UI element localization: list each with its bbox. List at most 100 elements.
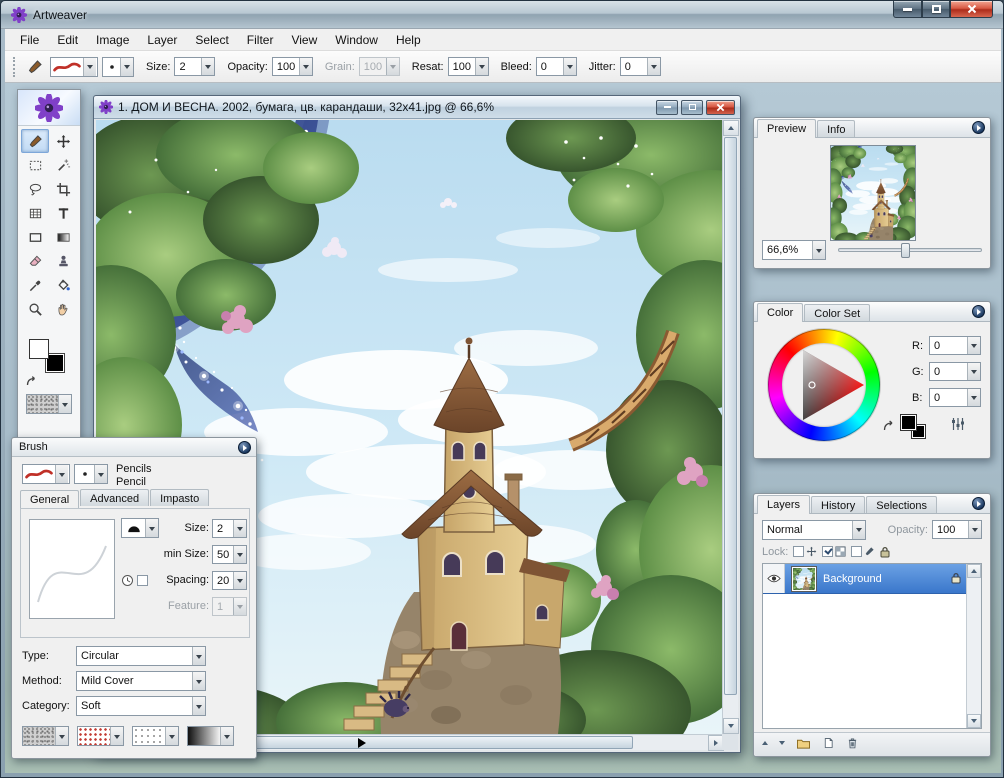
- spinner-arrow[interactable]: [299, 58, 312, 75]
- tool-grid[interactable]: [21, 201, 49, 225]
- type-dropdown[interactable]: Circular: [76, 646, 206, 666]
- tool-eraser[interactable]: [21, 249, 49, 273]
- tool-fill[interactable]: [49, 273, 77, 297]
- close-button[interactable]: [950, 1, 993, 18]
- dropdown-arrow[interactable]: [220, 727, 233, 745]
- tab-impasto[interactable]: Impasto: [150, 489, 209, 506]
- dropdown-arrow[interactable]: [58, 395, 71, 413]
- saturation-triangle[interactable]: [782, 343, 866, 427]
- brush-tip-combo[interactable]: [102, 57, 134, 77]
- spinner-arrow[interactable]: [233, 520, 246, 537]
- min-size-spinner[interactable]: 50: [212, 545, 247, 564]
- layer-opacity-spinner[interactable]: 100: [932, 520, 982, 539]
- swap-colors-icon[interactable]: [882, 418, 896, 435]
- brush-dab-combo[interactable]: [74, 464, 108, 484]
- red-spinner[interactable]: 0: [929, 336, 981, 355]
- menu-file[interactable]: File: [11, 30, 48, 50]
- spacing-checkbox[interactable]: [137, 575, 148, 586]
- dropdown-arrow[interactable]: [192, 647, 205, 665]
- panel-menu-button[interactable]: [972, 497, 985, 510]
- tool-zoom[interactable]: [21, 297, 49, 321]
- document-close-button[interactable]: [706, 100, 735, 115]
- titlebar[interactable]: Artweaver: [1, 1, 1003, 29]
- layers-scrollbar[interactable]: [966, 564, 981, 728]
- toolbar-grip[interactable]: [13, 57, 18, 77]
- tab-layers[interactable]: Layers: [757, 495, 810, 514]
- panel-menu-button[interactable]: [238, 441, 251, 454]
- minimize-button[interactable]: [893, 1, 922, 18]
- menu-window[interactable]: Window: [326, 30, 387, 50]
- dropdown-arrow[interactable]: [852, 521, 865, 539]
- maximize-button[interactable]: [922, 1, 950, 18]
- brush-preset-combo[interactable]: [50, 57, 98, 77]
- tool-marquee[interactable]: [21, 153, 49, 177]
- texture-gradient-combo[interactable]: [187, 726, 234, 746]
- lock-position-checkbox[interactable]: [793, 546, 804, 557]
- spinner-arrow[interactable]: [475, 58, 488, 75]
- green-spinner[interactable]: 0: [929, 362, 981, 381]
- dropdown-arrow[interactable]: [165, 727, 178, 745]
- panel-menu-button[interactable]: [972, 121, 985, 134]
- tool-hand[interactable]: [49, 297, 77, 321]
- dropdown-arrow[interactable]: [192, 672, 205, 690]
- tab-selections[interactable]: Selections: [866, 496, 937, 513]
- document-maximize-button[interactable]: [681, 100, 703, 115]
- bleed-spinner[interactable]: 0: [536, 57, 577, 76]
- scroll-up-button[interactable]: [967, 564, 981, 578]
- tool-shape[interactable]: [21, 225, 49, 249]
- menu-filter[interactable]: Filter: [238, 30, 283, 50]
- tool-gradient[interactable]: [49, 225, 77, 249]
- zoom-slider-thumb[interactable]: [901, 243, 910, 258]
- zoom-slider[interactable]: [838, 248, 982, 252]
- zoom-combo[interactable]: 66,6%: [762, 240, 826, 260]
- new-layer-button[interactable]: [822, 736, 835, 753]
- brush-palette-header[interactable]: Brush: [12, 438, 256, 457]
- blend-mode-dropdown[interactable]: Normal: [762, 520, 866, 540]
- color-sliders-icon[interactable]: [950, 416, 966, 435]
- document-titlebar[interactable]: 1. ДОМ И ВЕСНА. 2002, бумага, цв. каранд…: [94, 96, 740, 119]
- texture-noise-combo[interactable]: [22, 726, 69, 746]
- foreground-color-swatch[interactable]: [29, 339, 49, 359]
- dropdown-arrow[interactable]: [110, 727, 123, 745]
- dropdown-arrow[interactable]: [94, 465, 107, 483]
- opacity-spinner[interactable]: 100: [272, 57, 313, 76]
- tool-crop[interactable]: [49, 177, 77, 201]
- tool-eyedropper[interactable]: [21, 273, 49, 297]
- dropdown-arrow[interactable]: [812, 241, 825, 259]
- menu-view[interactable]: View: [282, 30, 326, 50]
- spinner-arrow[interactable]: [201, 58, 214, 75]
- new-folder-button[interactable]: [796, 737, 811, 753]
- scroll-down-button[interactable]: [967, 714, 981, 728]
- dropdown-arrow[interactable]: [145, 519, 158, 537]
- tab-color-set[interactable]: Color Set: [804, 304, 870, 321]
- lock-all-icon[interactable]: [880, 546, 890, 558]
- spinner-arrow[interactable]: [967, 389, 980, 406]
- layer-row-background[interactable]: Background: [763, 564, 981, 594]
- hue-wheel[interactable]: [768, 329, 880, 441]
- spinner-arrow[interactable]: [967, 363, 980, 380]
- tool-clone-stamp[interactable]: [49, 249, 77, 273]
- dropdown-arrow[interactable]: [192, 697, 205, 715]
- tab-color[interactable]: Color: [757, 303, 803, 322]
- spinner-arrow[interactable]: [233, 546, 246, 563]
- jitter-spinner[interactable]: 0: [620, 57, 661, 76]
- size-spinner[interactable]: 2: [174, 57, 215, 76]
- menu-help[interactable]: Help: [387, 30, 430, 50]
- brush-variant-combo[interactable]: [22, 464, 70, 484]
- menu-layer[interactable]: Layer: [138, 30, 186, 50]
- category-dropdown[interactable]: Soft: [76, 696, 206, 716]
- spacing-spinner[interactable]: 20: [212, 571, 247, 590]
- vertical-scroll-thumb[interactable]: [724, 137, 737, 695]
- texture-speckle-combo[interactable]: [132, 726, 179, 746]
- menu-image[interactable]: Image: [87, 30, 138, 50]
- lock-pixels-checkbox[interactable]: [851, 546, 862, 557]
- texture-dots-combo[interactable]: [77, 726, 124, 746]
- menu-select[interactable]: Select: [186, 30, 237, 50]
- dropdown-arrow[interactable]: [120, 58, 133, 76]
- tab-history[interactable]: History: [811, 496, 865, 513]
- dropdown-arrow[interactable]: [55, 727, 68, 745]
- panel-menu-button[interactable]: [972, 305, 985, 318]
- menu-edit[interactable]: Edit: [48, 30, 87, 50]
- layer-visibility-cell[interactable]: [763, 564, 785, 593]
- tool-brush[interactable]: [21, 129, 49, 153]
